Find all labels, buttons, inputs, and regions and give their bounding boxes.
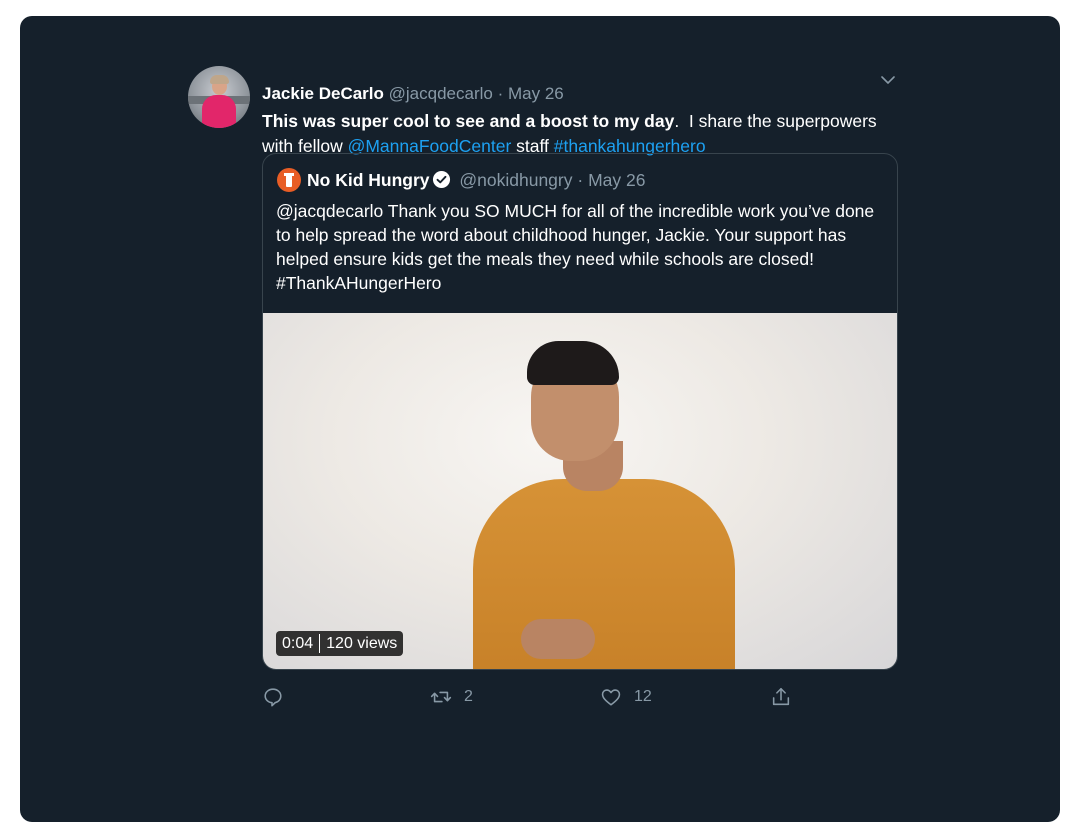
heart-icon: [601, 689, 621, 706]
avatar-hair: [210, 75, 229, 84]
reply-button[interactable]: [262, 682, 296, 712]
retweet-count: 2: [464, 688, 473, 705]
like-count: 12: [634, 688, 652, 705]
quoted-header-separator: ·: [577, 170, 584, 190]
video-person-hair: [527, 341, 619, 385]
reply-icon: [264, 688, 282, 707]
retweet-button[interactable]: 2: [430, 682, 473, 712]
avatar-shirt: [202, 95, 236, 128]
no-kid-hungry-logo-icon: [277, 168, 301, 192]
like-button[interactable]: 12: [600, 682, 652, 712]
video-person-sweater: [473, 479, 735, 669]
tweet-text-bold: This was super cool to see and a boost t…: [262, 111, 675, 131]
video-person-hands: [521, 619, 595, 659]
quoted-tweet[interactable]: No Kid Hungry @nokidhungry · May 26 @jac…: [262, 153, 898, 670]
video-views: 120 views: [326, 635, 398, 652]
video-info-badge: 0:04 120 views: [276, 631, 404, 656]
tweet-text: This was super cool to see and a boost t…: [262, 109, 902, 158]
tweet-date[interactable]: May 26: [508, 84, 564, 103]
verified-badge-icon: [432, 170, 450, 189]
chevron-down-icon[interactable]: [880, 72, 896, 88]
quoted-tweet-text: @jacqdecarlo Thank you SO MUCH for all o…: [276, 201, 875, 293]
quoted-tweet-date[interactable]: May 26: [588, 170, 645, 190]
share-button[interactable]: [770, 682, 792, 712]
quoted-tweet-header: No Kid Hungry @nokidhungry · May 26: [307, 169, 645, 191]
tweet-card: Jackie DeCarlo @jacqdecarlo · May 26 Thi…: [20, 16, 1060, 822]
header-separator: ·: [497, 84, 504, 103]
video-player[interactable]: 0:04 120 views: [263, 313, 897, 669]
tweet-actions: 2 12: [262, 682, 802, 712]
author-handle[interactable]: @jacqdecarlo: [389, 84, 493, 103]
video-duration: 0:04: [282, 635, 314, 652]
author-avatar[interactable]: [188, 66, 250, 128]
tweet-header: Jackie DeCarlo @jacqdecarlo · May 26: [262, 83, 564, 105]
author-name[interactable]: Jackie DeCarlo: [262, 84, 384, 103]
quoted-author-handle[interactable]: @nokidhungry: [459, 170, 572, 190]
quoted-author-name[interactable]: No Kid Hungry: [307, 170, 430, 190]
share-icon: [772, 687, 790, 706]
retweet-icon: [430, 691, 452, 703]
